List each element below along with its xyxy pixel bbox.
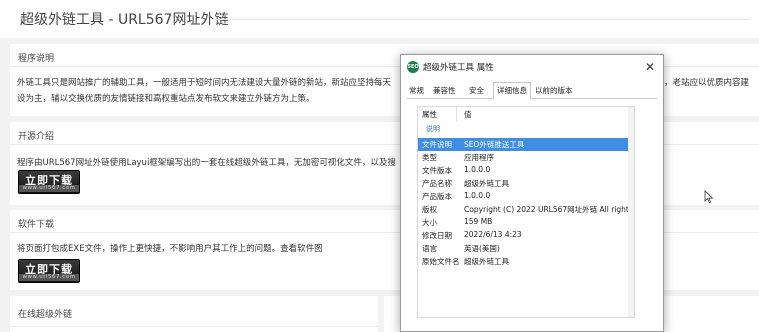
page-title: 超级外链工具 - URL567网址外链 [20, 12, 229, 28]
intro-card-title: 程序说明 [18, 54, 55, 64]
property-value: Copyright (C) 2022 URL567网址外链 All rights… [464, 205, 634, 214]
dialog-titlebar[interactable]: SEO 超级外链工具 属性 ✕ [401, 55, 663, 79]
tab-compatibility[interactable]: 兼容性 [433, 84, 456, 98]
property-row[interactable]: 大小 159 MB [418, 216, 634, 229]
property-row[interactable]: 文件说明 SEO外链推送工具 [418, 138, 634, 151]
property-name: 修改日期 [422, 231, 452, 240]
column-header-value[interactable]: 值 [464, 109, 472, 120]
property-row[interactable]: 产品版本 1.0.0.0 [418, 190, 634, 203]
dialog-title: 超级外链工具 属性 [423, 63, 494, 73]
page-header: 超级外链工具 - URL567网址外链 [0, 0, 759, 38]
tab-panel-divider [407, 98, 657, 99]
properties-dialog: SEO 超级外链工具 属性 ✕ 常规 兼容性 安全 详细信息 以前的版本 属性 … [400, 54, 664, 332]
column-header-property[interactable]: 属性 [422, 109, 437, 120]
property-row[interactable]: 修改日期 2022/6/13 4:23 [418, 229, 634, 242]
software-download-url: www.url567.com [19, 274, 79, 281]
dev-card-title: 开源介绍 [18, 132, 55, 142]
property-list[interactable]: 属性 值 说明 文件说明 SEO外链推送工具 类型 应用程序 文件版本 1.0.… [417, 106, 635, 318]
column-separator[interactable] [456, 107, 457, 122]
mouse-cursor-icon [704, 190, 714, 204]
dev-download-button[interactable]: 立即下载 www.url567.com [18, 170, 80, 194]
title-divider [212, 19, 749, 20]
app-icon: SEO [407, 61, 419, 73]
property-name: 语言 [422, 244, 437, 253]
property-list-scrollbar[interactable] [628, 107, 634, 317]
tab-general[interactable]: 常规 [409, 84, 424, 98]
close-icon[interactable]: ✕ [641, 58, 659, 76]
property-value: 应用程序 [464, 153, 494, 162]
property-row[interactable]: 类型 应用程序 [418, 151, 634, 164]
property-name: 产品名称 [422, 179, 452, 188]
software-card-title: 软件下载 [18, 220, 55, 230]
property-value: 159 MB [464, 217, 493, 226]
property-value: 1.0.0.0 [464, 191, 491, 200]
intro-text-line1: 外链工具只是网站推广的辅助工具，一般适用于短时间内无法建设大量外链的新站，新站应… [17, 78, 392, 88]
intro-text-line2: 设为主，辅以交换优质的友情链接和高权重站点发布软文来建立外链方为上策。 [17, 94, 315, 104]
property-row[interactable]: 语言 英语(美国) [418, 242, 634, 255]
software-download-button[interactable]: 立即下载 www.url567.com [18, 259, 80, 283]
dev-card-text: 程序由URL567网址外链使用Layui框架编写出的一套在线超级外链工具，无加密… [17, 158, 396, 168]
property-name: 版权 [422, 205, 437, 214]
property-name: 文件说明 [422, 140, 452, 149]
software-card-text: 将页面打包成EXE文件，操作上更快捷，不影响用户其工作上的问题。查看软件图 [17, 244, 323, 254]
property-value: 超级外链工具 [464, 179, 509, 188]
property-value: 1.0.0.0 [464, 165, 491, 174]
property-name: 大小 [422, 218, 437, 227]
tab-details[interactable]: 详细信息 [493, 82, 531, 99]
online-card-divider [10, 326, 378, 327]
property-name: 产品版本 [422, 192, 452, 201]
property-value: SEO外链推送工具 [464, 140, 525, 149]
property-name: 类型 [422, 153, 437, 162]
dev-download-url: www.url567.com [19, 185, 79, 192]
property-value: 2022/6/13 4:23 [464, 230, 522, 239]
property-row[interactable]: 版权 Copyright (C) 2022 URL567网址外链 All rig… [418, 203, 634, 216]
property-row[interactable]: 原始文件名 超级外链工具 [418, 255, 634, 268]
tab-previous-versions[interactable]: 以前的版本 [535, 84, 573, 98]
property-row[interactable]: 文件版本 1.0.0.0 [418, 164, 634, 177]
property-value: 超级外链工具 [464, 257, 509, 266]
tab-security[interactable]: 安全 [469, 84, 484, 98]
property-name: 原始文件名 [422, 257, 460, 266]
property-value: 英语(美国) [464, 244, 500, 253]
intro-text-line1-right: ，老站应以优质内容建 [664, 78, 750, 88]
property-row[interactable]: 产品名称 超级外链工具 [418, 177, 634, 190]
property-list-header: 属性 值 [418, 107, 634, 122]
group-label-description: 说明 [426, 125, 440, 133]
property-name: 文件版本 [422, 166, 452, 175]
online-card-title: 在线超级外链 [18, 310, 73, 320]
online-card: 在线超级外链 [10, 296, 378, 332]
